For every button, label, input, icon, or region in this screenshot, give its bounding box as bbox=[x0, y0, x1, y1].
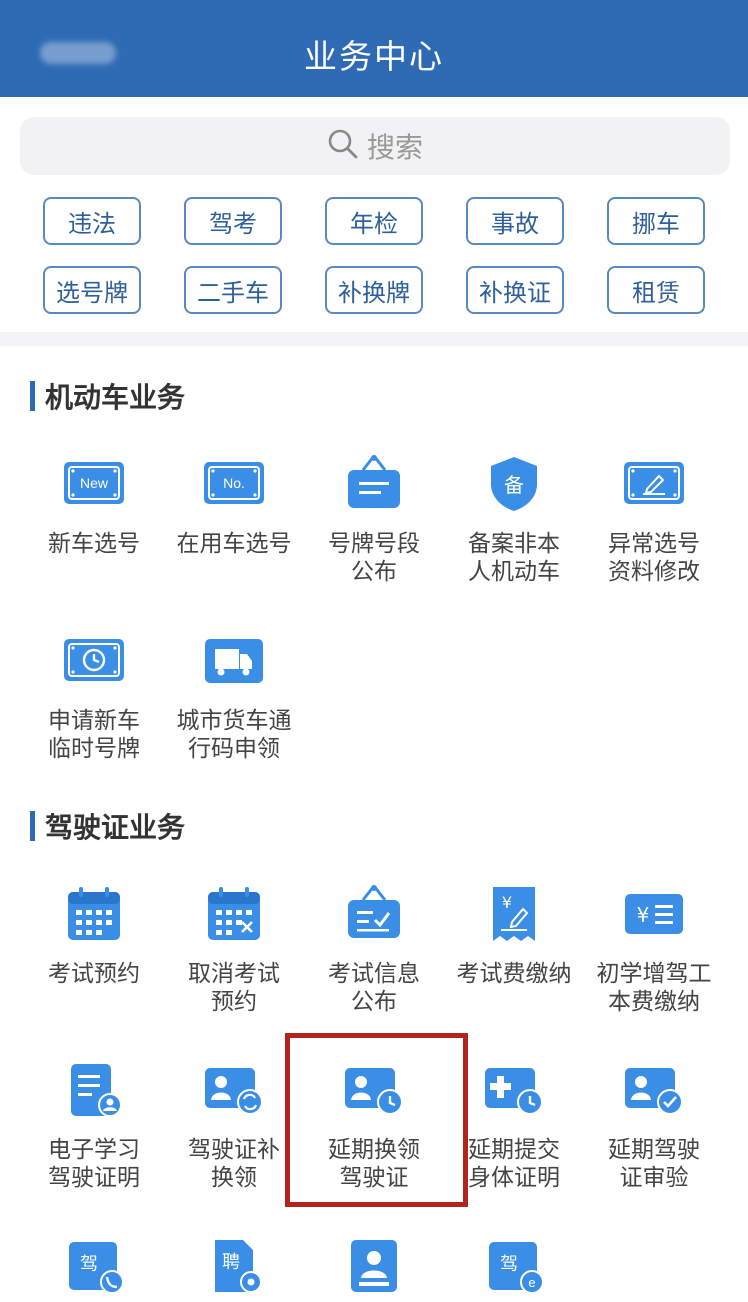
grid-item-label: 初学增驾工 本费缴纳 bbox=[596, 961, 712, 1015]
tag-nianjian[interactable]: 年检 bbox=[325, 197, 423, 245]
grid-item-label: 取消考试 预约 bbox=[188, 961, 280, 1015]
tag-xuanhaopai[interactable]: 选号牌 bbox=[43, 266, 141, 314]
pin-gear-icon: 聘 bbox=[164, 1236, 304, 1296]
section-accent-bar bbox=[30, 811, 35, 841]
svg-text:聘: 聘 bbox=[222, 1252, 240, 1273]
svg-text:驾: 驾 bbox=[80, 1254, 98, 1275]
grid-item-label: 考试预约 bbox=[48, 961, 140, 987]
grid-item-jia-phone[interactable]: 驾 bbox=[24, 1236, 164, 1302]
truck-icon bbox=[164, 631, 304, 691]
new-plate-icon: New bbox=[24, 454, 164, 514]
section-divider bbox=[0, 332, 748, 346]
svg-text:e: e bbox=[528, 1275, 535, 1290]
exam-notice-icon bbox=[304, 884, 444, 944]
tag-buhuanpai[interactable]: 补换牌 bbox=[325, 266, 423, 314]
document-user-icon bbox=[24, 1060, 164, 1120]
grid-item-delay-license-review[interactable]: 延期驾驶 证审验 bbox=[584, 1060, 724, 1192]
jia-e-icon: 驾e bbox=[444, 1236, 584, 1296]
search-area: 搜索 违法 驾考 年检 事故 挪车 选号牌 二手车 补换牌 补换证 租赁 bbox=[0, 97, 748, 342]
grid-item-label: 号牌号段 公布 bbox=[328, 531, 420, 585]
license-check-icon bbox=[584, 1060, 724, 1120]
grid-item-label: 驾驶证补 换领 bbox=[188, 1137, 280, 1191]
grid-item-label: 延期驾驶 证审验 bbox=[608, 1137, 700, 1191]
notice-board-icon bbox=[304, 454, 444, 514]
grid-item-used-car-plate[interactable]: No. 在用车选号 bbox=[164, 454, 304, 558]
tag-weifa[interactable]: 违法 bbox=[43, 197, 141, 245]
grid-item-e-learning-proof[interactable]: 电子学习 驾驶证明 bbox=[24, 1060, 164, 1192]
section-title-license: 驾驶证业务 bbox=[30, 811, 185, 844]
edit-plate-icon bbox=[584, 454, 724, 514]
grid-item-label: 考试费缴纳 bbox=[456, 961, 572, 987]
fee-receipt-icon: ¥ bbox=[444, 884, 584, 944]
tag-jiakao[interactable]: 驾考 bbox=[184, 197, 282, 245]
search-input[interactable]: 搜索 bbox=[20, 117, 730, 175]
grid-item-abnormal-plate-edit[interactable]: 异常选号 资料修改 bbox=[584, 454, 724, 586]
top-bar: 业务中心 bbox=[0, 0, 748, 97]
section-accent-bar bbox=[30, 381, 35, 411]
jia-phone-icon: 驾 bbox=[24, 1236, 164, 1296]
calendar-cancel-icon bbox=[164, 884, 304, 944]
grid-item-label: 城市货车通 行码申领 bbox=[176, 708, 292, 762]
grid-item-exam-fee[interactable]: ¥ 考试费缴纳 bbox=[444, 884, 584, 988]
grid-item-label: 异常选号 资料修改 bbox=[608, 531, 700, 585]
search-placeholder: 搜索 bbox=[366, 131, 423, 164]
svg-text:New: New bbox=[80, 475, 109, 491]
section-title-text: 驾驶证业务 bbox=[45, 811, 186, 844]
grid-item-label: 电子学习 驾驶证明 bbox=[48, 1137, 140, 1191]
section-title-text: 机动车业务 bbox=[45, 381, 186, 414]
grid-item-label: 申请新车 临时号牌 bbox=[48, 708, 140, 762]
tag-zulin[interactable]: 租赁 bbox=[607, 266, 705, 314]
calendar-icon bbox=[24, 884, 164, 944]
grid-item-temp-plate[interactable]: 申请新车 临时号牌 bbox=[24, 631, 164, 763]
tag-nuoche[interactable]: 挪车 bbox=[607, 197, 705, 245]
grid-item-plate-segment-notice[interactable]: 号牌号段 公布 bbox=[304, 454, 444, 586]
highlight-box bbox=[285, 1033, 468, 1207]
temp-plate-clock-icon bbox=[24, 631, 164, 691]
tag-ershouche[interactable]: 二手车 bbox=[184, 266, 282, 314]
page-title: 业务中心 bbox=[304, 37, 444, 76]
grid-item-exam-info[interactable]: 考试信息 公布 bbox=[304, 884, 444, 1016]
tag-buhuanzheng[interactable]: 补换证 bbox=[466, 266, 564, 314]
grid-item-jia-e[interactable]: 驾e bbox=[444, 1236, 584, 1302]
grid-item-exam-booking[interactable]: 考试预约 bbox=[24, 884, 164, 988]
svg-text:No.: No. bbox=[223, 475, 245, 491]
yuan-card-icon: ¥ bbox=[584, 884, 724, 944]
no-plate-icon: No. bbox=[164, 454, 304, 514]
section-title-vehicle: 机动车业务 bbox=[30, 381, 185, 414]
grid-item-workbook-fee[interactable]: ¥ 初学增驾工 本费缴纳 bbox=[584, 884, 724, 1016]
svg-text:驾: 驾 bbox=[500, 1254, 518, 1275]
grid-item-label: 备案非本 人机动车 bbox=[468, 531, 560, 585]
svg-text:¥: ¥ bbox=[637, 903, 650, 927]
svg-text:备: 备 bbox=[504, 473, 524, 497]
search-icon bbox=[327, 128, 359, 164]
grid-item-label: 新车选号 bbox=[48, 531, 140, 557]
grid-item-cancel-exam[interactable]: 取消考试 预约 bbox=[164, 884, 304, 1016]
grid-item-person-stamp[interactable] bbox=[304, 1236, 444, 1302]
license-exchange-icon bbox=[164, 1060, 304, 1120]
grid-item-new-car-plate[interactable]: New 新车选号 bbox=[24, 454, 164, 558]
person-stamp-icon bbox=[304, 1236, 444, 1296]
svg-text:¥: ¥ bbox=[502, 893, 512, 912]
grid-item-license-reissue[interactable]: 驾驶证补 换领 bbox=[164, 1060, 304, 1192]
shield-record-icon: 备 bbox=[444, 454, 584, 514]
grid-item-record-vehicle[interactable]: 备 备案非本 人机动车 bbox=[444, 454, 584, 586]
grid-item-pin-gear[interactable]: 聘 bbox=[164, 1236, 304, 1302]
grid-item-label: 考试信息 公布 bbox=[328, 961, 420, 1015]
grid-item-truck-pass[interactable]: 城市货车通 行码申领 bbox=[164, 631, 304, 763]
grid-item-label: 在用车选号 bbox=[176, 531, 292, 557]
tag-shigu[interactable]: 事故 bbox=[466, 197, 564, 245]
